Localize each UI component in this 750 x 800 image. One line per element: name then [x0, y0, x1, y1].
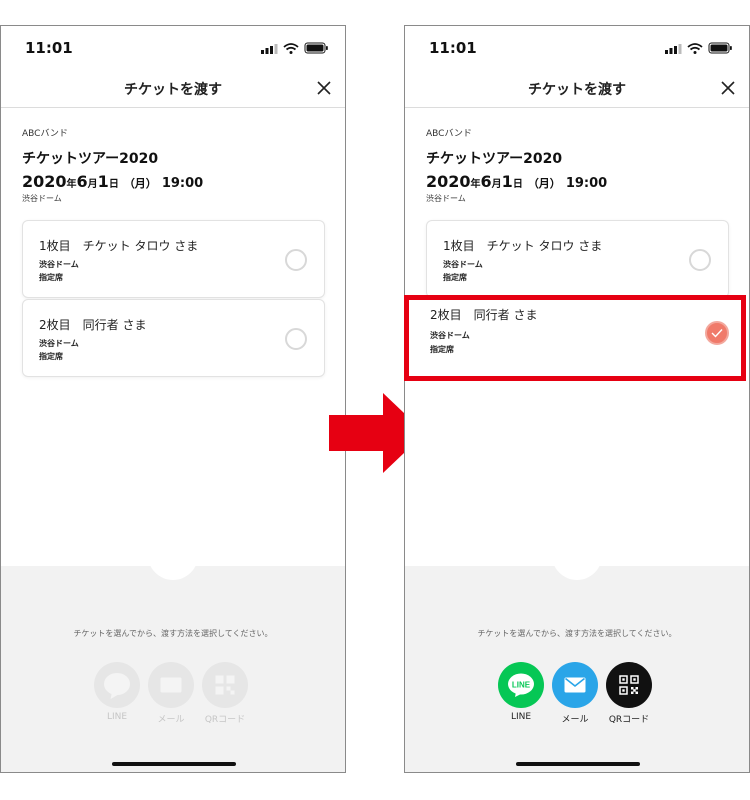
event-date: 2020年6月1日 （月） 19:00 [22, 172, 204, 191]
status-icons [665, 42, 732, 54]
share-instruction: チケットを選んでから、渡す方法を選択してください。 [73, 629, 273, 638]
qr-code-icon [606, 662, 652, 708]
share-options: LINE メール QRコード [93, 662, 263, 725]
share-line-button[interactable]: LINE [93, 662, 141, 722]
ticket-holder-name: 1枚目 チケット タロウ さま [443, 239, 603, 253]
svg-text:LINE: LINE [512, 681, 531, 690]
nav-bar: チケットを渡す [1, 70, 345, 108]
share-mail-button[interactable]: メール [147, 662, 195, 725]
ticket-holder-name: 2枚目 同行者 さま [39, 318, 147, 332]
ticket-card-1[interactable]: 1枚目 チケット タロウ さま 渋谷ドーム 指定席 [426, 220, 729, 298]
event-title: チケットツアー2020 [426, 151, 563, 167]
close-icon[interactable] [315, 79, 333, 97]
share-qr-button[interactable]: QRコード [605, 662, 653, 725]
page-title: チケットを渡す [124, 82, 222, 98]
phone-screen-before: 11:01 チケットを渡す ABCバンド チケットツアー2020 2020年6月… [0, 25, 346, 773]
event-title: チケットツアー2020 [22, 151, 159, 167]
ticket-select-radio[interactable] [285, 328, 307, 350]
ticket-list: 1枚目 チケット タロウ さま 渋谷ドーム 指定席 2枚目 同行者 さま 渋谷ド… [22, 220, 325, 377]
checkmark-icon[interactable] [705, 321, 729, 345]
nav-bar: チケットを渡す [405, 70, 749, 108]
ticket-venue: 渋谷ドーム [39, 339, 79, 348]
status-bar: 11:01 [405, 26, 749, 70]
status-time: 11:01 [25, 39, 73, 57]
status-time: 11:01 [429, 39, 477, 57]
page-title: チケットを渡す [528, 82, 626, 98]
status-icons [261, 42, 328, 54]
line-icon: LINE [498, 662, 544, 708]
wifi-icon [283, 43, 299, 51]
share-qr-button[interactable]: QRコード [201, 662, 249, 725]
event-venue: 渋谷ドーム [426, 194, 466, 203]
close-icon[interactable] [719, 79, 737, 97]
ticket-notch [148, 552, 198, 580]
ticket-card-1[interactable]: 1枚目 チケット タロウ さま 渋谷ドーム 指定席 [22, 220, 325, 298]
share-instruction: チケットを選んでから、渡す方法を選択してください。 [477, 629, 677, 638]
ticket-list: 1枚目 チケット タロウ さま 渋谷ドーム 指定席 2枚目 同行者 さま 渋谷ド… [426, 220, 729, 377]
event-venue: 渋谷ドーム [22, 194, 62, 203]
home-indicator [112, 762, 236, 766]
mail-icon [148, 662, 194, 708]
share-panel: チケットを選んでから、渡す方法を選択してください。 LINE LINE メール … [405, 552, 749, 772]
qr-code-icon [202, 662, 248, 708]
ticket-holder-name: 2枚目 同行者 さま [430, 308, 538, 322]
ticket-select-radio[interactable] [285, 249, 307, 271]
line-icon [94, 662, 140, 708]
share-mail-button[interactable]: メール [551, 662, 599, 725]
ticket-venue: 渋谷ドーム [443, 260, 483, 269]
share-panel: チケットを選んでから、渡す方法を選択してください。 LINE メール QRコード [1, 552, 345, 772]
ticket-select-radio[interactable] [689, 249, 711, 271]
signal-icon [261, 50, 264, 54]
ticket-venue: 渋谷ドーム [430, 331, 470, 340]
wifi-icon [687, 43, 703, 51]
battery-icon [708, 42, 732, 54]
ticket-seat: 指定席 [430, 345, 454, 354]
mail-icon [552, 662, 598, 708]
event-date: 2020年6月1日 （月） 19:00 [426, 172, 608, 191]
status-bar: 11:01 [1, 26, 345, 70]
ticket-seat: 指定席 [39, 273, 63, 282]
ticket-holder-name: 1枚目 チケット タロウ さま [39, 239, 199, 253]
battery-icon [304, 42, 328, 54]
artist-name: ABCバンド [426, 129, 472, 139]
home-indicator [516, 762, 640, 766]
ticket-seat: 指定席 [443, 273, 467, 282]
ticket-card-2[interactable]: 2枚目 同行者 さま 渋谷ドーム 指定席 [22, 299, 325, 377]
ticket-card-2-selected[interactable]: 2枚目 同行者 さま 渋谷ドーム 指定席 [426, 299, 729, 377]
artist-name: ABCバンド [22, 129, 68, 139]
phone-screen-after: 11:01 チケットを渡す ABCバンド チケットツアー2020 2020年6月… [404, 25, 750, 773]
ticket-venue: 渋谷ドーム [39, 260, 79, 269]
event-info: ABCバンド チケットツアー2020 2020年6月1日 （月） 19:00 渋谷ド… [426, 126, 726, 204]
share-options: LINE LINE メール QRコード [497, 662, 667, 725]
ticket-seat: 指定席 [39, 352, 63, 361]
ticket-notch [552, 552, 602, 580]
share-line-button[interactable]: LINE LINE [497, 662, 545, 722]
event-info: ABCバンド チケットツアー2020 2020年6月1日 （月） 19:00 渋谷ド… [22, 126, 322, 204]
signal-icon [665, 50, 668, 54]
